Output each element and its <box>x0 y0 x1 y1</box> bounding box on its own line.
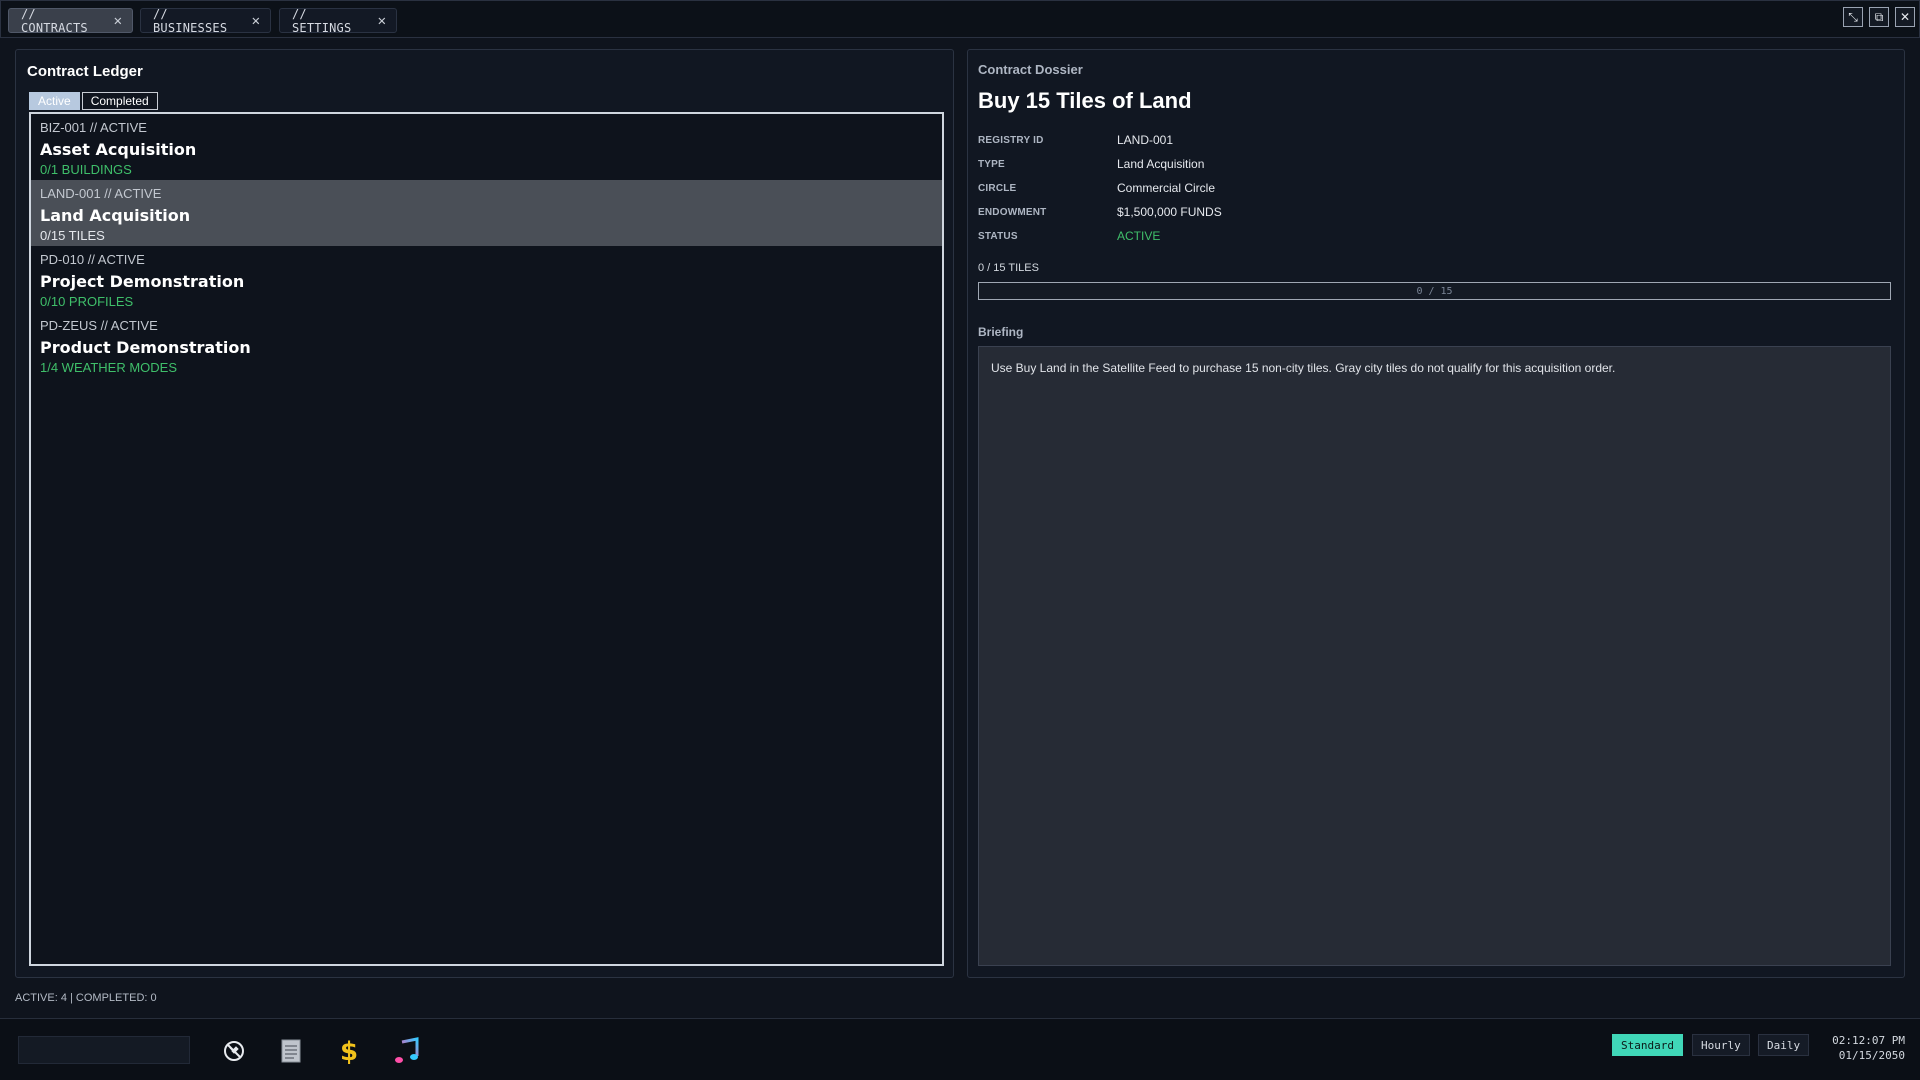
close-icon: ✕ <box>1899 10 1911 24</box>
contract-id: BIZ-001 // ACTIVE <box>40 120 147 135</box>
list-item[interactable]: PD-010 // ACTIVE Project Demonstration 0… <box>31 246 942 312</box>
close-window-button[interactable]: ✕ <box>1895 7 1915 27</box>
tab-active[interactable]: Active <box>29 92 80 110</box>
contract-progress: 0/15 TILES <box>40 228 105 243</box>
list-item[interactable]: BIZ-001 // ACTIVE Asset Acquisition 0/1 … <box>31 114 942 180</box>
contract-progress: 0/1 BUILDINGS <box>40 162 132 177</box>
contract-id: PD-ZEUS // ACTIVE <box>40 318 158 333</box>
contract-title: Product Demonstration <box>40 338 251 357</box>
dossier-section-title: Contract Dossier <box>978 62 1083 77</box>
progress-bar-text: 0 / 15 <box>1416 285 1453 297</box>
window-tab-strip: // CONTRACTS ✕ // BUSINESSES ✕ // SETTIN… <box>0 0 1920 38</box>
status-badge: ACTIVE <box>1117 229 1161 243</box>
popout-icon: ⧉ <box>1874 10 1884 24</box>
notepad-icon[interactable] <box>275 1035 307 1067</box>
status-line: ACTIVE: 4 | COMPLETED: 0 <box>15 992 157 1004</box>
ledger-tabs: Active Completed <box>29 92 160 110</box>
field-label-status: STATUS <box>978 231 1018 242</box>
contract-title: Land Acquisition <box>40 206 191 225</box>
tab-businesses-label: // BUSINESSES <box>153 6 228 35</box>
satellite-off-icon[interactable] <box>218 1035 250 1067</box>
close-icon[interactable]: ✕ <box>252 14 260 28</box>
tab-settings[interactable]: // SETTINGS ✕ <box>279 6 397 35</box>
field-label-endowment: ENDOWMENT <box>978 207 1047 218</box>
contract-progress: 1/4 WEATHER MODES <box>40 360 178 375</box>
dollar-icon[interactable]: $ <box>333 1035 365 1067</box>
dossier-title: Buy 15 Tiles of Land <box>978 88 1192 113</box>
speed-standard-button[interactable]: Standard <box>1612 1034 1683 1056</box>
clock: 02:12:07 PM 01/15/2050 <box>1832 1033 1905 1063</box>
close-icon[interactable]: ✕ <box>114 14 122 28</box>
tab-contracts[interactable]: // CONTRACTS ✕ <box>8 6 133 35</box>
contract-id: LAND-001 // ACTIVE <box>40 186 162 201</box>
briefing-title: Briefing <box>978 325 1024 339</box>
progress-label: 0 / 15 TILES <box>978 262 1039 274</box>
contract-list: BIZ-001 // ACTIVE Asset Acquisition 0/1 … <box>29 112 944 966</box>
ledger-title: Contract Ledger <box>27 63 143 80</box>
music-note-icon[interactable] <box>391 1035 423 1067</box>
clock-time: 02:12:07 PM <box>1832 1034 1905 1047</box>
briefing-text: Use Buy Land in the Satellite Feed to pu… <box>978 346 1891 966</box>
minimize-button[interactable]: ⤡ <box>1843 7 1863 27</box>
speed-daily-button[interactable]: Daily <box>1758 1034 1810 1056</box>
close-icon[interactable]: ✕ <box>378 14 386 28</box>
tab-contracts-label: // CONTRACTS <box>21 6 88 35</box>
minimize-icon: ⤡ <box>1848 10 1858 24</box>
popout-button[interactable]: ⧉ <box>1869 7 1889 27</box>
field-label-registry-id: REGISTRY ID <box>978 135 1044 146</box>
progress-bar: 0 / 15 <box>978 282 1891 300</box>
field-value-type: Land Acquisition <box>1117 157 1205 171</box>
contract-id: PD-010 // ACTIVE <box>40 252 145 267</box>
list-item[interactable]: PD-ZEUS // ACTIVE Product Demonstration … <box>31 312 942 378</box>
tab-businesses[interactable]: // BUSINESSES ✕ <box>140 6 271 35</box>
list-item[interactable]: LAND-001 // ACTIVE Land Acquisition 0/15… <box>31 180 942 246</box>
clock-date: 01/15/2050 <box>1838 1049 1905 1062</box>
contract-title: Project Demonstration <box>40 272 245 291</box>
field-value-circle: Commercial Circle <box>1117 181 1216 195</box>
field-value-registry-id: LAND-001 <box>1117 133 1174 147</box>
contract-progress: 0/10 PROFILES <box>40 294 134 309</box>
speed-hourly-button[interactable]: Hourly <box>1692 1034 1750 1056</box>
field-label-type: TYPE <box>978 159 1005 170</box>
tab-completed[interactable]: Completed <box>81 92 158 110</box>
field-label-circle: CIRCLE <box>978 183 1017 194</box>
field-value-endowment: $1,500,000 FUNDS <box>1117 205 1222 219</box>
contract-ledger-panel: Contract Ledger Active Completed BIZ-001… <box>15 49 954 978</box>
contract-title: Asset Acquisition <box>40 140 197 159</box>
svg-text:$: $ <box>340 1037 358 1065</box>
tab-settings-label: // SETTINGS <box>292 6 352 35</box>
contract-dossier-panel: Contract Dossier Buy 15 Tiles of Land RE… <box>967 49 1905 978</box>
search-input[interactable] <box>18 1036 190 1064</box>
